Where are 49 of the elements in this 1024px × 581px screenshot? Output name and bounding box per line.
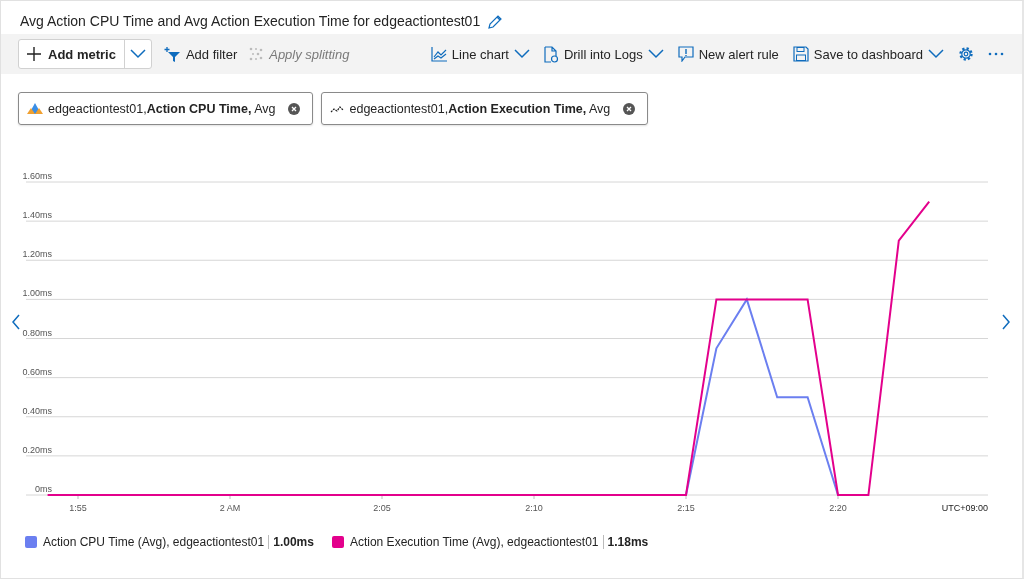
settings-icon <box>958 46 974 62</box>
chevron-down-icon <box>928 49 944 59</box>
more-button[interactable] <box>988 52 1004 56</box>
x-tick-label: 2:20 <box>829 503 847 513</box>
x-tick-label: 2:05 <box>373 503 391 513</box>
chart-title: Avg Action CPU Time and Avg Action Execution Time for edgeactiontest01 <box>20 13 481 29</box>
x-tick-label: 2:15 <box>677 503 695 513</box>
toolbar-button[interactable]: Drill into Logs <box>543 45 664 63</box>
metric-pill[interactable]: edgeactiontest01,Action CPU Time, Avg <box>18 92 314 125</box>
legend-label: Action CPU Time (Avg), edgeactiontest01 <box>43 535 265 549</box>
line-chart-icon <box>430 46 447 62</box>
legend-value: 1.00ms <box>268 535 314 549</box>
save-icon <box>792 46 809 62</box>
y-tick-label: 0.80ms <box>22 327 52 338</box>
settings-button[interactable] <box>958 46 974 62</box>
chevron-down-icon <box>129 49 146 59</box>
y-tick-label: 1.20ms <box>22 249 52 260</box>
toolbar-button[interactable]: Line chart <box>430 46 530 62</box>
y-tick-label: 1.60ms <box>22 171 52 181</box>
toolbar-button[interactable]: New alert rule <box>677 46 779 62</box>
y-tick-label: 0.60ms <box>22 366 52 377</box>
x-tick-label: 2:10 <box>525 503 543 513</box>
y-tick-label: 0ms <box>35 484 52 494</box>
add-filter-button[interactable]: Add filter <box>163 46 238 62</box>
y-tick-label: 1.00ms <box>22 288 52 299</box>
more-icon <box>988 52 1004 56</box>
filter-icon <box>163 46 181 62</box>
remove-icon[interactable] <box>623 102 636 115</box>
document-icon <box>543 45 559 63</box>
plus-icon <box>27 47 41 61</box>
add-metric-button[interactable]: Add metric <box>19 40 125 68</box>
y-tick-label: 0.40ms <box>22 405 52 416</box>
remove-icon[interactable] <box>288 102 301 115</box>
metric-pill[interactable]: edgeactiontest01,Action Execution Time, Avg <box>321 92 649 125</box>
cloud-icon <box>27 102 43 115</box>
chevron-down-icon <box>513 49 530 59</box>
toolbar-button[interactable]: Save to dashboard <box>792 46 944 62</box>
splitting-icon <box>249 47 265 61</box>
alert-icon <box>677 46 694 62</box>
legend-label: Action Execution Time (Avg), edgeactiontest01 <box>349 535 599 549</box>
y-tick-label: 0.20ms <box>22 444 52 455</box>
y-tick-label: 1.40ms <box>22 210 52 221</box>
legend-value: 1.18ms <box>602 535 649 549</box>
x-tick-label: 1:55 <box>69 503 87 513</box>
timezone-label: UTC+09:00 <box>941 503 988 513</box>
pencil-icon[interactable] <box>488 13 504 29</box>
trend-icon <box>330 104 345 113</box>
x-tick-label: 2 AM <box>219 503 241 513</box>
chevron-down-icon <box>647 49 664 59</box>
